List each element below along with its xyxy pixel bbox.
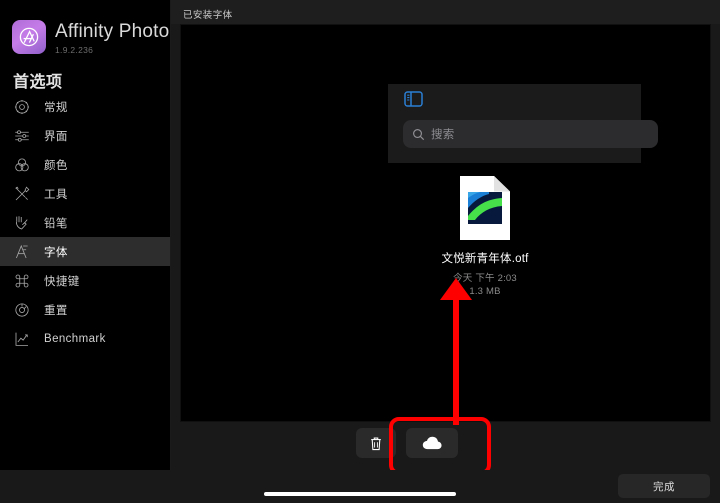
content-header: 已安装字体 [171, 0, 720, 24]
file-date: 今天 下午 2:03 [453, 273, 517, 284]
sidebar-item-label: 界面 [44, 130, 68, 143]
app-version: 1.9.2.236 [55, 45, 94, 55]
annotation-rectangle [389, 417, 491, 475]
sidebar-item-fonts[interactable]: 字体 [0, 237, 170, 266]
sidebar-item-shortcuts[interactable]: 快捷键 [0, 266, 170, 295]
app-name: Affinity Photo [55, 21, 170, 42]
sidebar-item-label: 常规 [44, 101, 68, 114]
sidebar-item-pencil[interactable]: 铅笔 [0, 208, 170, 237]
sidebar-item-label: 重置 [44, 304, 68, 317]
content-panel: 已安装字体 搜索 文悦新青年体.otf 今天 下午 2:03 1.3 MB [171, 0, 720, 475]
sidebar-toggle-icon[interactable] [404, 91, 423, 107]
sidebar-item-general[interactable]: 常规 [0, 92, 170, 121]
sidebar-item-benchmark[interactable]: Benchmark [0, 324, 170, 353]
document-picker: 搜索 [388, 84, 658, 163]
search-placeholder: 搜索 [431, 129, 455, 141]
font-a-icon [12, 242, 32, 262]
pencil-hand-icon [12, 213, 32, 233]
sidebar-item-color[interactable]: 颜色 [0, 150, 170, 179]
app-branding: Affinity Photo 1.9.2.236 [12, 20, 169, 55]
file-size: 1.3 MB [469, 286, 501, 297]
reset-icon [12, 300, 32, 320]
sidebar-item-tools[interactable]: 工具 [0, 179, 170, 208]
sidebar-item-label: 字体 [44, 246, 68, 259]
gear-icon [12, 97, 32, 117]
annotation-arrow-shaft [453, 290, 459, 425]
file-item[interactable]: 文悦新青年体.otf 今天 下午 2:03 1.3 MB [411, 174, 559, 297]
home-indicator [264, 492, 456, 496]
file-icon-wrap [411, 174, 559, 242]
sidebar-item-interface[interactable]: 界面 [0, 121, 170, 150]
annotation-arrow-head [440, 278, 472, 300]
search-icon [412, 128, 425, 141]
sidebar-nav: 常规 界面 颜色 工具 铅笔 字体 快捷键 重置 Benchmark [0, 92, 170, 353]
document-picker-toolbar [388, 84, 641, 116]
sidebar-item-label: 铅笔 [44, 217, 68, 230]
search-input[interactable]: 搜索 [403, 120, 658, 148]
sidebar-item-label: Benchmark [44, 332, 106, 345]
sidebar-item-label: 快捷键 [44, 275, 80, 288]
command-key-icon [12, 271, 32, 291]
trash-icon [369, 436, 383, 451]
sidebar-item-reset[interactable]: 重置 [0, 295, 170, 324]
page-title: 已安装字体 [183, 10, 233, 21]
footer-bar: 完成 [0, 470, 720, 503]
otf-document-icon [458, 174, 512, 242]
sliders-icon [12, 126, 32, 146]
tools-icon [12, 184, 32, 204]
chart-line-icon [12, 329, 32, 349]
file-name: 文悦新青年体.otf [441, 253, 529, 265]
sidebar: Affinity Photo 1.9.2.236 首选项 常规 界面 颜色 工具… [0, 0, 170, 470]
sidebar-item-label: 工具 [44, 188, 68, 201]
sidebar-item-label: 颜色 [44, 159, 68, 172]
affinity-photo-logo-icon [12, 20, 46, 54]
done-button[interactable]: 完成 [618, 474, 710, 498]
preferences-title: 首选项 [13, 74, 63, 91]
color-circles-icon [12, 155, 32, 175]
app-window: Affinity Photo 1.9.2.236 首选项 常规 界面 颜色 工具… [0, 0, 720, 503]
app-title-block: Affinity Photo 1.9.2.236 [55, 20, 169, 55]
